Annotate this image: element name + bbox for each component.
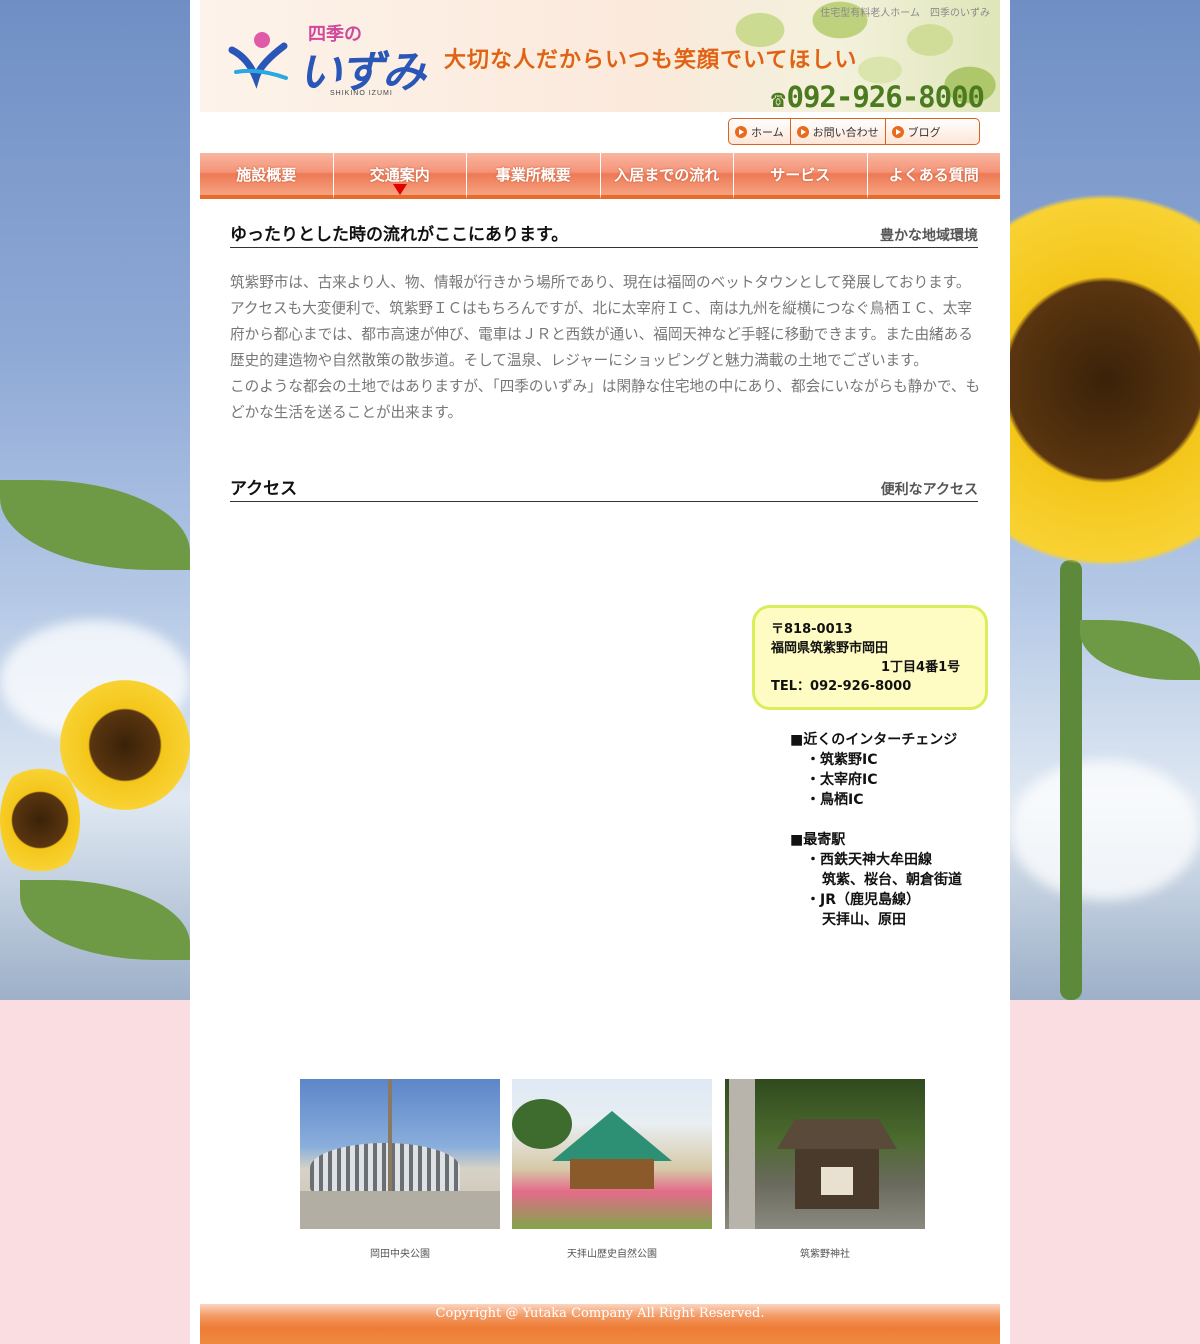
intro-paragraph: このような都会の土地ではありますが、「四季のいずみ」は閑静な住宅地の中にあり、都… bbox=[230, 378, 981, 421]
phone-number-text: 092-926-8000 bbox=[786, 80, 985, 112]
active-arrow-icon bbox=[392, 184, 407, 195]
nav-item-facility[interactable]: 施設概要 bbox=[200, 153, 334, 199]
nav-item-label: 交通案内 bbox=[369, 165, 430, 184]
nav-item-faq[interactable]: よくある質問 bbox=[867, 153, 1000, 199]
utility-link-home[interactable]: ホーム bbox=[729, 119, 791, 144]
play-circle-icon bbox=[796, 125, 809, 138]
utility-link-contact[interactable]: お問い合わせ bbox=[791, 119, 886, 144]
section-title: アクセス bbox=[230, 479, 298, 499]
rail-stations: 天拝山、原田 bbox=[822, 912, 906, 928]
logo-mark-icon bbox=[228, 32, 288, 89]
rail-line: ・西鉄天神大牟田線 bbox=[806, 852, 932, 868]
postal-code: 〒818-0013 bbox=[771, 622, 853, 637]
nav-item-service[interactable]: サービス bbox=[734, 153, 868, 199]
site-logo[interactable]: 四季の いずみ SHIKINO IZUMI bbox=[226, 18, 446, 102]
ic-item: ・太宰府IC bbox=[806, 772, 878, 788]
section-subtitle: 豊かな地域環境 bbox=[880, 228, 978, 244]
leaf-decoration bbox=[20, 880, 190, 960]
section-header-environment: ゆったりとした時の流れがここにあります。 豊かな地域環境 bbox=[230, 224, 978, 248]
play-circle-icon bbox=[735, 125, 747, 138]
nav-item-label: 施設概要 bbox=[236, 165, 297, 184]
nav-item-label: 入居までの流れ bbox=[614, 165, 720, 184]
sunflower-head bbox=[60, 680, 190, 810]
leaf-decoration bbox=[0, 480, 190, 570]
main-nav: 施設概要 交通案内 事業所概要 入居までの流れ サービス よくある質問 bbox=[200, 153, 1000, 199]
site-footer: Copyright @ Yutaka Company All Right Res… bbox=[200, 1304, 1000, 1344]
phone-icon: ☎ bbox=[771, 85, 785, 112]
intro-paragraph: 筑紫野市は、古来より人、物、情報が行きかう場所であり、現在は福岡のベットタウンと… bbox=[230, 274, 973, 369]
address-tel: TEL：092-926-8000 bbox=[771, 679, 912, 694]
leaf-decoration bbox=[1080, 620, 1200, 680]
rail-stations: 筑紫、桜台、朝倉街道 bbox=[822, 872, 962, 888]
site-header: 住宅型有料老人ホーム 四季のいずみ 四季の いずみ SHIKINO IZUMI … bbox=[200, 0, 1000, 112]
photo-item: 筑紫野神社 bbox=[725, 1079, 925, 1260]
play-circle-icon bbox=[891, 125, 904, 138]
ic-item: ・筑紫野IC bbox=[806, 752, 878, 768]
arch-structure bbox=[310, 1143, 460, 1193]
ic-heading: ■近くのインターチェンジ bbox=[790, 732, 958, 748]
address-box: 〒818-0013 福岡県筑紫野市岡田 1丁目4番1号 TEL：092-926-… bbox=[752, 605, 988, 710]
park-photo[interactable] bbox=[512, 1079, 712, 1229]
copyright-text: Copyright @ Yutaka Company All Right Res… bbox=[435, 1306, 765, 1321]
nav-item-office[interactable]: 事業所概要 bbox=[467, 153, 601, 199]
photo-caption: 天拝山歴史自然公園 bbox=[567, 1249, 657, 1260]
photo-item: 岡田中央公園 bbox=[300, 1079, 500, 1260]
logo-sub-text: SHIKINO IZUMI bbox=[330, 90, 393, 97]
nav-item-flow[interactable]: 入居までの流れ bbox=[600, 153, 734, 199]
utility-links: ホーム お問い合わせ ブログ bbox=[728, 118, 980, 145]
road bbox=[300, 1191, 500, 1229]
tree-trunk bbox=[729, 1079, 755, 1229]
address-line: 1丁目4番1号 bbox=[881, 660, 961, 675]
access-list: ■近くのインターチェンジ ・筑紫野IC ・太宰府IC ・鳥栖IC ■最寄駅 ・西… bbox=[790, 730, 962, 930]
photo-item: 天拝山歴史自然公園 bbox=[512, 1079, 712, 1260]
park-photo[interactable] bbox=[300, 1079, 500, 1229]
photo-gallery: 岡田中央公園 天拝山歴史自然公園 筑紫野神社 bbox=[300, 1079, 940, 1269]
photo-caption: 筑紫野神社 bbox=[800, 1249, 850, 1260]
utility-link-label: ブログ bbox=[907, 125, 941, 139]
address-line: 福岡県筑紫野市岡田 bbox=[771, 641, 889, 656]
photo-caption: 岡田中央公園 bbox=[370, 1249, 430, 1260]
rail-line: ・JR（鹿児島線） bbox=[806, 892, 920, 908]
page-container: 住宅型有料老人ホーム 四季のいずみ 四季の いずみ SHIKINO IZUMI … bbox=[190, 0, 1010, 1344]
sunflower-head bbox=[0, 760, 80, 880]
station-heading: ■最寄駅 bbox=[790, 832, 846, 848]
utility-link-label: ホーム bbox=[751, 125, 784, 139]
utility-link-blog[interactable]: ブログ bbox=[886, 119, 947, 144]
utility-link-label: お問い合わせ bbox=[812, 125, 879, 139]
nav-item-label: 事業所概要 bbox=[495, 165, 571, 184]
nav-item-label: よくある質問 bbox=[888, 165, 979, 184]
nav-item-access[interactable]: 交通案内 bbox=[333, 153, 467, 199]
cloud-decoration bbox=[1010, 760, 1200, 900]
section-header-access: アクセス 便利なアクセス bbox=[230, 478, 978, 502]
shrine-curtain bbox=[821, 1167, 853, 1195]
shrine-photo[interactable] bbox=[725, 1079, 925, 1229]
breadcrumb: 住宅型有料老人ホーム 四季のいずみ bbox=[820, 8, 990, 19]
section-title: ゆったりとした時の流れがここにあります。 bbox=[230, 225, 569, 245]
shrine-roof bbox=[777, 1119, 897, 1149]
tree bbox=[512, 1099, 572, 1149]
pavilion-base bbox=[570, 1159, 654, 1189]
intro-text: 筑紫野市は、古来より人、物、情報が行きかう場所であり、現在は福岡のベットタウンと… bbox=[230, 270, 982, 426]
sunflower-stem bbox=[1060, 560, 1082, 1000]
nav-item-label: サービス bbox=[770, 165, 831, 184]
phone-number: ☎092-926-8000 bbox=[771, 80, 985, 112]
section-subtitle: 便利なアクセス bbox=[880, 482, 978, 498]
ic-item: ・鳥栖IC bbox=[806, 792, 864, 808]
tagline: 大切な人だからいつも笑顔でいてほしい bbox=[444, 48, 858, 73]
